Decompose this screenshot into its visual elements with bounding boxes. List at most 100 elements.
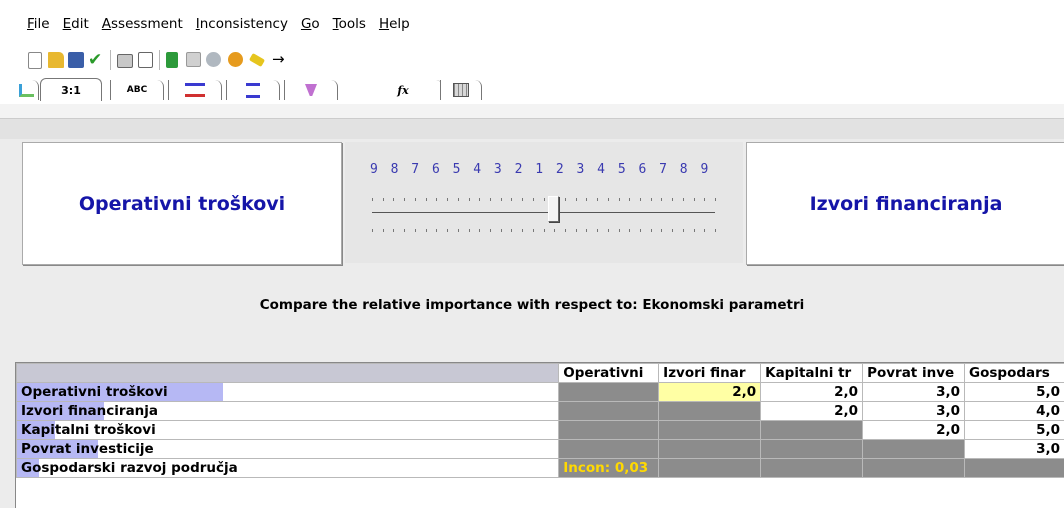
matrix-cell[interactable] bbox=[659, 440, 761, 459]
matrix-cell[interactable] bbox=[863, 440, 965, 459]
pairwise-slider[interactable] bbox=[345, 142, 743, 263]
matrix-cell[interactable] bbox=[559, 440, 659, 459]
slider-tick bbox=[415, 229, 416, 232]
slider-tick bbox=[436, 229, 437, 232]
left-element-name: Operativni troškovi bbox=[79, 193, 285, 215]
slider-tick bbox=[640, 198, 641, 201]
menu-assessment[interactable]: Assessment bbox=[102, 16, 183, 32]
chart-icon[interactable] bbox=[186, 52, 201, 67]
slider-tick bbox=[565, 229, 566, 232]
funnel-icon bbox=[305, 84, 317, 96]
matrix-cell[interactable]: 5,0 bbox=[965, 383, 1064, 402]
slider-tick bbox=[576, 198, 577, 201]
menu-edit[interactable]: Edit bbox=[63, 16, 89, 32]
save-disk-icon[interactable] bbox=[68, 52, 84, 68]
matrix-cell[interactable]: 2,0 bbox=[659, 383, 761, 402]
tab-matrix-view[interactable] bbox=[284, 80, 338, 100]
matrix-cell[interactable]: 4,0 bbox=[965, 402, 1064, 421]
menu-tools[interactable]: Tools bbox=[333, 16, 366, 32]
slider-tick bbox=[426, 229, 427, 232]
slider-tick bbox=[683, 198, 684, 201]
slider-tick bbox=[619, 198, 620, 201]
tab-grid[interactable] bbox=[440, 80, 482, 100]
slider-tick bbox=[586, 229, 587, 232]
menu-go[interactable]: Go bbox=[301, 16, 320, 32]
row-label[interactable]: Povrat investicije bbox=[17, 440, 559, 459]
slider-tick bbox=[447, 229, 448, 232]
matrix-cell[interactable]: 3,0 bbox=[965, 440, 1064, 459]
slider-tick bbox=[629, 198, 630, 201]
globe-icon[interactable] bbox=[206, 52, 221, 67]
matrix-cell[interactable] bbox=[761, 421, 863, 440]
matrix-cell[interactable] bbox=[761, 440, 863, 459]
menu-help[interactable]: Help bbox=[379, 16, 410, 32]
slider-tick bbox=[393, 229, 394, 232]
matrix-cell[interactable]: 2,0 bbox=[761, 402, 863, 421]
slider-tick bbox=[404, 198, 405, 201]
column-header[interactable]: Gospodars bbox=[965, 364, 1064, 383]
bar-graph-icon bbox=[185, 83, 205, 97]
matrix-cell[interactable]: 3,0 bbox=[863, 383, 965, 402]
slider-tick bbox=[576, 229, 577, 232]
slider-tick bbox=[501, 198, 502, 201]
arrow-icon[interactable]: → bbox=[272, 52, 288, 68]
column-header[interactable]: Operativni bbox=[559, 364, 659, 383]
tab-verbal[interactable]: ABC bbox=[110, 80, 164, 100]
tab-questionnaire[interactable] bbox=[226, 80, 280, 100]
matrix-cell[interactable]: 5,0 bbox=[965, 421, 1064, 440]
column-header[interactable]: Povrat inve bbox=[863, 364, 965, 383]
slider-tick bbox=[404, 229, 405, 232]
matrix-cell[interactable] bbox=[559, 383, 659, 402]
tab-formula[interactable]: fx bbox=[344, 80, 443, 100]
matrix-cell[interactable]: 3,0 bbox=[863, 402, 965, 421]
slider-tick bbox=[597, 198, 598, 201]
grid-icon bbox=[453, 83, 469, 97]
tab-graphic-bar[interactable] bbox=[168, 80, 222, 100]
column-header[interactable]: Izvori finar bbox=[659, 364, 761, 383]
matrix-cell[interactable] bbox=[659, 402, 761, 421]
matrix-cell[interactable] bbox=[761, 459, 863, 478]
slider-tick bbox=[608, 229, 609, 232]
slider-tick bbox=[715, 198, 716, 201]
row-label[interactable]: Gospodarski razvoj područja bbox=[17, 459, 559, 478]
row-label[interactable]: Kapitalni troškovi bbox=[17, 421, 559, 440]
slider-tick bbox=[586, 198, 587, 201]
print-icon[interactable] bbox=[117, 54, 133, 68]
slider-tick bbox=[694, 198, 695, 201]
slider-tick bbox=[372, 229, 373, 232]
slider-tick bbox=[640, 229, 641, 232]
slider-tick bbox=[479, 229, 480, 232]
matrix-cell[interactable] bbox=[965, 459, 1064, 478]
row-label[interactable]: Operativni troškovi bbox=[17, 383, 559, 402]
slider-tick bbox=[415, 198, 416, 201]
matrix-cell[interactable] bbox=[559, 421, 659, 440]
slider-tick bbox=[554, 229, 555, 232]
matrix-cell[interactable]: Incon: 0,03 bbox=[559, 459, 659, 478]
matrix-cell[interactable] bbox=[659, 459, 761, 478]
matrix-cell[interactable]: 2,0 bbox=[761, 383, 863, 402]
menu-file[interactable]: File bbox=[27, 16, 50, 32]
slider-tick bbox=[694, 229, 695, 232]
check-icon[interactable]: ✔ bbox=[88, 52, 104, 68]
menu-inconsistency[interactable]: Inconsistency bbox=[196, 16, 288, 32]
new-file-icon[interactable] bbox=[28, 52, 42, 69]
matrix-cell[interactable] bbox=[559, 402, 659, 421]
matrix-cell[interactable] bbox=[659, 421, 761, 440]
open-folder-icon[interactable] bbox=[48, 52, 64, 68]
slider-tick bbox=[393, 198, 394, 201]
slider-line bbox=[372, 212, 715, 213]
tab-tree-view[interactable] bbox=[14, 80, 39, 100]
slider-thumb[interactable] bbox=[548, 196, 559, 222]
matrix-cell[interactable]: 2,0 bbox=[863, 421, 965, 440]
refresh-icon[interactable] bbox=[228, 52, 243, 67]
row-label[interactable]: Izvori financiranja bbox=[17, 402, 559, 421]
matrix-cell[interactable] bbox=[863, 459, 965, 478]
slider-tick bbox=[458, 198, 459, 201]
slider-tick bbox=[436, 198, 437, 201]
tab-numeric[interactable]: 3:1 bbox=[40, 78, 102, 101]
scale-labels: 9 8 7 6 5 4 3 2 1 2 3 4 5 6 7 8 9 bbox=[370, 162, 711, 177]
calculator-icon[interactable] bbox=[166, 52, 178, 68]
column-header[interactable]: Kapitalni tr bbox=[761, 364, 863, 383]
print-preview-icon[interactable] bbox=[138, 52, 153, 68]
slider-tick bbox=[597, 229, 598, 232]
